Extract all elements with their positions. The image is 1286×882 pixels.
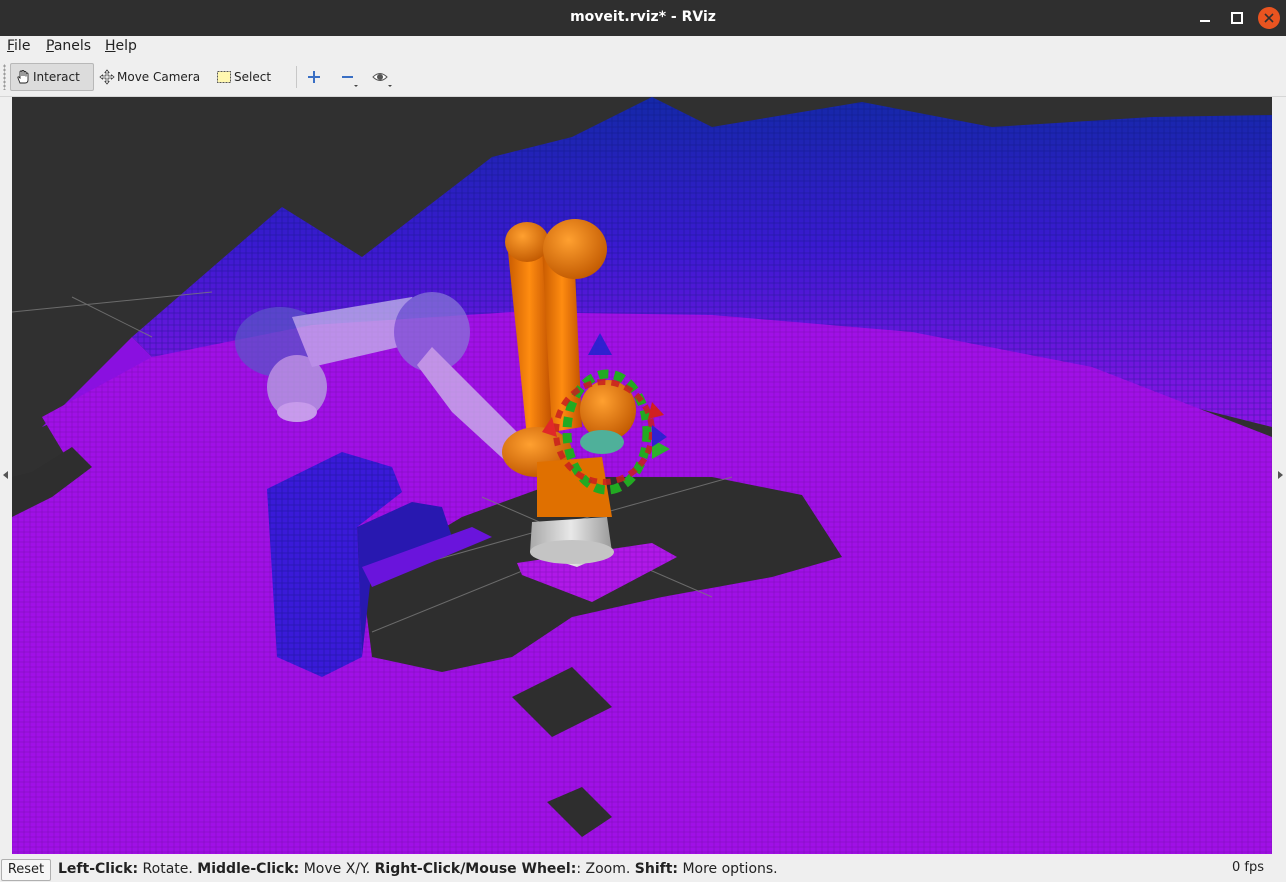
remove-tool-button[interactable] [336, 66, 360, 88]
hint-action: More options. [682, 861, 778, 877]
chevron-right-icon [1278, 471, 1283, 479]
view-tool-button[interactable] [370, 66, 394, 88]
tools-toolbar: Interact Move Camera Select [0, 58, 1286, 97]
toolbar-separator [296, 66, 297, 88]
add-tool-button[interactable] [302, 66, 326, 88]
select-tool-label: Select [234, 70, 272, 84]
interact-tool-button[interactable]: Interact [10, 63, 94, 91]
render-panel-3d-view[interactable] [12, 97, 1272, 854]
move-camera-icon [99, 69, 115, 85]
chevron-left-icon [3, 471, 8, 479]
minus-icon [342, 76, 358, 87]
hint-key: Left-Click: [58, 861, 139, 877]
toolbar-grip[interactable] [3, 64, 6, 90]
select-tool-button[interactable]: Select [216, 63, 286, 91]
left-dock-collapse-handle[interactable] [0, 97, 12, 854]
close-button[interactable] [1258, 7, 1280, 29]
right-dock-collapse-handle[interactable] [1272, 97, 1286, 854]
hint-key: Right-Click/Mouse Wheel: [374, 861, 577, 877]
hint-action: Move X/Y. [303, 861, 371, 877]
reset-button[interactable]: Reset [1, 859, 51, 881]
interact-tool-label: Interact [33, 70, 80, 84]
menu-file[interactable]: File [7, 38, 30, 54]
eye-icon [372, 73, 392, 87]
hint-action: Rotate. [142, 861, 193, 877]
menu-help[interactable]: Help [105, 38, 137, 54]
hint-action: : Zoom. [576, 861, 631, 877]
title-bar: moveit.rviz* - RViz [0, 0, 1286, 36]
minimize-button[interactable] [1194, 6, 1218, 30]
maximize-button[interactable] [1225, 6, 1249, 30]
menu-bar: File Panels Help [0, 36, 1286, 58]
status-hint: Left-Click: Rotate. Middle-Click: Move X… [58, 861, 778, 877]
hint-key: Shift: [634, 861, 678, 877]
menu-panels[interactable]: Panels [46, 38, 91, 54]
scene-render [12, 97, 1272, 854]
hint-key: Middle-Click: [197, 861, 300, 877]
fps-label: 0 fps [1231, 860, 1264, 875]
move-camera-tool-label: Move Camera [117, 70, 201, 84]
status-bar: Reset Left-Click: Rotate. Middle-Click: … [0, 856, 1286, 882]
select-box-icon [216, 69, 232, 85]
plus-icon [308, 71, 320, 83]
close-icon [1264, 13, 1274, 23]
move-camera-tool-button[interactable]: Move Camera [99, 63, 209, 91]
hand-icon [15, 69, 31, 85]
window-title: moveit.rviz* - RViz [570, 9, 716, 25]
